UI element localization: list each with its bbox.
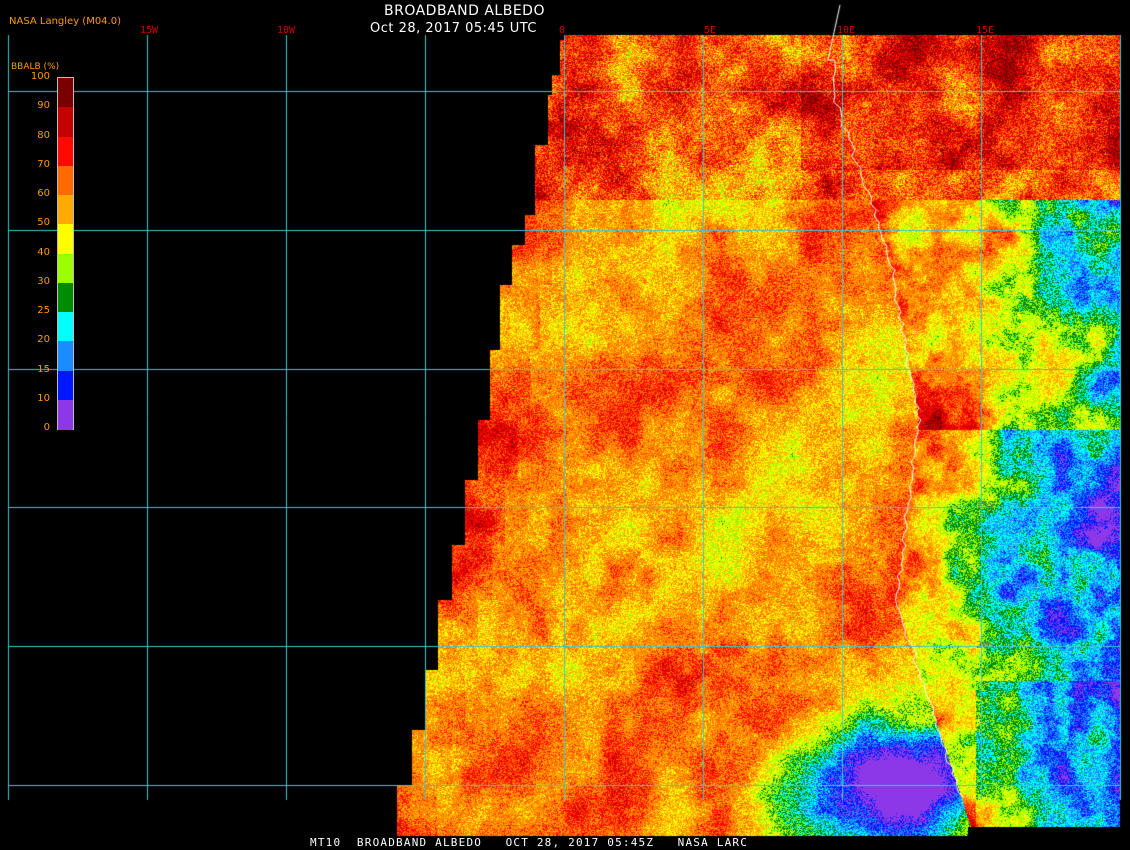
satellite-map-view: BROADBAND ALBEDO Oct 28, 2017 05:45 UTC … <box>0 0 1130 850</box>
legend-tick-label: 50 <box>37 217 50 229</box>
credit-label: NASA Langley (M04.0) <box>9 16 121 27</box>
lat-label-15s: 15S <box>976 500 995 511</box>
lon-label-10w: 10W <box>277 25 296 36</box>
legend-swatch <box>58 399 73 430</box>
legend-tick-label: 70 <box>37 158 50 170</box>
legend-swatch <box>58 195 73 225</box>
legend-tick-label: 40 <box>37 246 50 258</box>
legend-tick-label: 10 <box>37 392 50 404</box>
legend-tick-label: 25 <box>37 305 50 316</box>
legend-tick-label: 90 <box>37 100 50 112</box>
legend-swatch <box>58 253 73 284</box>
legend-tick-label: 30 <box>37 275 50 287</box>
legend-color-bar <box>57 77 74 430</box>
lon-label-5e: 5E <box>704 25 717 36</box>
legend-tick-label: 15 <box>37 363 50 375</box>
legend-swatch <box>58 78 73 108</box>
lon-label-0: 0 <box>559 25 566 36</box>
legend-swatch <box>58 224 73 254</box>
lon-label-10e: 10E <box>837 25 856 36</box>
legend-swatch <box>58 341 73 371</box>
footer-caption: MT10 BROADBAND ALBEDO OCT 28, 2017 05:45… <box>310 836 749 849</box>
legend-tick-label: 100 <box>30 71 50 82</box>
lon-label-15e: 15E <box>976 25 995 36</box>
legend-swatch <box>58 282 73 313</box>
legend-swatch <box>58 165 73 196</box>
legend-swatch <box>58 107 73 137</box>
legend-swatch <box>58 136 73 167</box>
legend-tick-label: 80 <box>37 129 50 141</box>
albedo-map-canvas <box>0 0 1130 850</box>
lon-label-15w: 15W <box>140 25 159 36</box>
legend-tick-label: 0 <box>43 422 50 433</box>
legend-swatch <box>58 370 73 401</box>
legend-tick-label: 60 <box>37 188 50 199</box>
lat-label-20s: 20S <box>976 640 995 651</box>
legend-tick-label: 20 <box>37 334 50 346</box>
legend-swatch <box>58 312 73 342</box>
map-title: BROADBAND ALBEDO <box>384 3 545 19</box>
map-timestamp: Oct 28, 2017 05:45 UTC <box>370 21 537 36</box>
